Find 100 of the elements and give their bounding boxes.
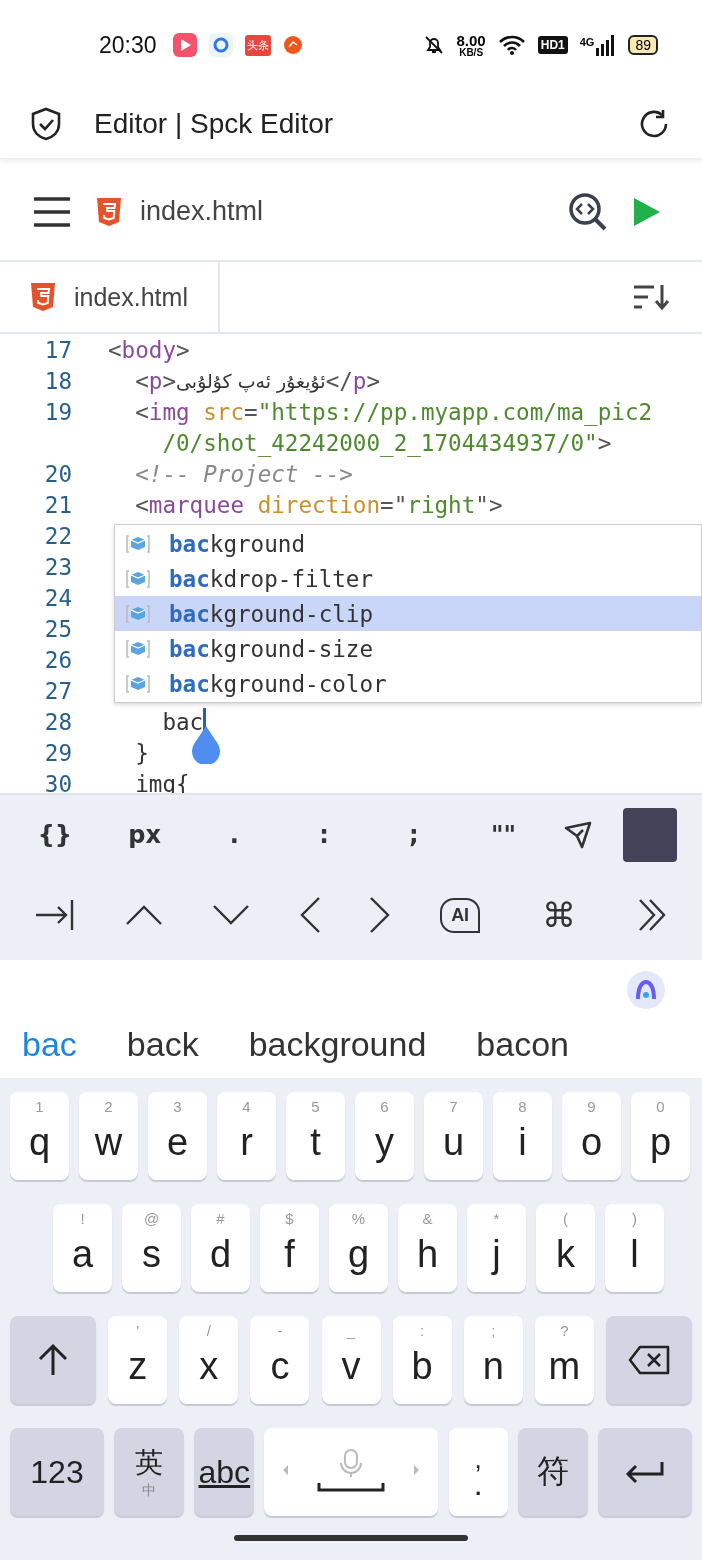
suggestion-label: background-clip xyxy=(169,600,374,627)
punctuation-key[interactable]: , . xyxy=(448,1428,508,1516)
run-icon[interactable] xyxy=(632,195,662,228)
letter-key[interactable]: 3 e xyxy=(148,1092,207,1180)
insert-key[interactable]: {} xyxy=(24,821,85,849)
line-number: 29 xyxy=(43,739,72,766)
html-file-icon xyxy=(30,282,56,312)
letter-key[interactable]: # d xyxy=(191,1204,250,1292)
battery-indicator: 89 xyxy=(628,35,658,55)
line-number: 21 xyxy=(43,491,72,518)
network-type: 4G xyxy=(579,36,595,48)
code-line: } xyxy=(134,739,149,766)
enter-icon xyxy=(624,1460,665,1484)
code-line: <body> xyxy=(108,336,190,363)
file-name: index.html xyxy=(140,196,264,227)
backspace-icon xyxy=(628,1345,670,1375)
speed-unit: KB/S xyxy=(459,47,484,58)
line-number: 23 xyxy=(43,553,72,580)
line-number: 25 xyxy=(43,615,72,642)
letter-key[interactable]: 1 q xyxy=(10,1092,69,1180)
mode-key[interactable]: 符 xyxy=(517,1428,588,1516)
search-code-icon[interactable] xyxy=(568,191,608,232)
abc-key[interactable]: abc xyxy=(194,1428,255,1516)
letter-key[interactable]: 6 y xyxy=(355,1092,414,1180)
line-number: 17 xyxy=(43,336,72,363)
code-line: <marquee direction="right"> xyxy=(134,491,503,518)
code-line: <img src="https://pp.myapp.com/ma_pic2 xyxy=(134,398,653,425)
insert-key[interactable]: . xyxy=(204,821,265,849)
enter-key[interactable] xyxy=(597,1428,692,1516)
suggestion-label: backdrop-filter xyxy=(169,565,374,592)
wifi-icon xyxy=(497,34,526,56)
property-icon xyxy=(125,567,151,590)
command-key[interactable]: ⌘ xyxy=(528,895,589,935)
letter-key[interactable]: @ s xyxy=(122,1204,181,1292)
letter-key[interactable]: ) l xyxy=(605,1204,664,1292)
line-number: 24 xyxy=(43,584,72,611)
letter-key[interactable]: * j xyxy=(467,1204,526,1292)
insert-key[interactable]: : xyxy=(294,821,355,849)
insert-key[interactable]: px xyxy=(114,821,175,849)
double-chevron-icon[interactable] xyxy=(637,898,668,932)
ai-button[interactable]: AI xyxy=(440,897,481,933)
news-app-icon: 头条 xyxy=(244,34,271,56)
autocomplete-item[interactable]: background-clip xyxy=(115,596,701,631)
send-icon[interactable] xyxy=(563,820,594,850)
language-key[interactable]: 英 中 xyxy=(114,1428,185,1516)
letter-key[interactable]: 4 r xyxy=(217,1092,276,1180)
suggestion-label: background-size xyxy=(169,635,374,662)
browser-app-icon xyxy=(208,33,233,57)
letter-key[interactable]: 5 t xyxy=(286,1092,345,1180)
insert-key[interactable]: ; xyxy=(383,821,444,849)
assistant-icon[interactable] xyxy=(626,970,666,1010)
letter-key[interactable]: ; n xyxy=(463,1316,523,1404)
word-suggestion[interactable]: background xyxy=(248,1024,427,1064)
letter-key[interactable]: & h xyxy=(398,1204,457,1292)
network-speed: 8.00 xyxy=(456,32,486,48)
chevron-right-icon[interactable] xyxy=(369,896,392,934)
letter-key[interactable]: $ f xyxy=(260,1204,319,1292)
chevron-up-icon[interactable] xyxy=(125,904,164,926)
word-suggestion[interactable]: back xyxy=(126,1024,199,1064)
hd-badge: HD1 xyxy=(537,36,568,54)
letter-key[interactable]: % g xyxy=(329,1204,388,1292)
backspace-key[interactable] xyxy=(606,1316,692,1404)
letter-key[interactable]: ' z xyxy=(108,1316,168,1404)
chevron-down-icon[interactable] xyxy=(211,904,250,926)
line-number: 22 xyxy=(43,522,72,549)
space-key[interactable] xyxy=(264,1428,439,1516)
letter-key[interactable]: _ v xyxy=(321,1316,381,1404)
chevron-left-icon[interactable] xyxy=(298,896,321,934)
word-suggestion[interactable]: bacon xyxy=(476,1024,569,1064)
letter-key[interactable]: : b xyxy=(392,1316,452,1404)
letter-key[interactable]: - c xyxy=(250,1316,310,1404)
property-icon xyxy=(125,532,151,555)
code-line: <!-- Project --> xyxy=(134,460,353,487)
letter-key[interactable]: 0 p xyxy=(631,1092,690,1180)
line-number: 27 xyxy=(43,677,72,704)
letter-key[interactable]: ! a xyxy=(53,1204,112,1292)
letter-key[interactable]: 9 o xyxy=(562,1092,621,1180)
menu-icon[interactable] xyxy=(32,195,72,228)
video-app-icon xyxy=(172,33,197,57)
color-swatch[interactable] xyxy=(623,808,678,862)
autocomplete-item[interactable]: background-size xyxy=(115,631,701,666)
letter-key[interactable]: 2 w xyxy=(79,1092,138,1180)
sort-icon[interactable] xyxy=(632,283,670,311)
page-title: Editor | Spck Editor xyxy=(94,108,335,140)
letter-key[interactable]: ? m xyxy=(534,1316,594,1404)
line-number: 28 xyxy=(43,708,72,735)
mode-key[interactable]: 123 xyxy=(10,1428,104,1516)
suggestion-label: background-color xyxy=(169,670,387,697)
autocomplete-item[interactable]: background xyxy=(115,526,701,561)
letter-key[interactable]: 7 u xyxy=(424,1092,483,1180)
property-icon xyxy=(125,672,151,695)
word-suggestion[interactable]: bac xyxy=(22,1024,77,1064)
property-icon xyxy=(125,637,151,660)
shift-key[interactable] xyxy=(10,1316,96,1404)
letter-key[interactable]: / x xyxy=(179,1316,239,1404)
insert-key[interactable]: "" xyxy=(473,821,534,849)
letter-key[interactable]: ( k xyxy=(536,1204,595,1292)
autocomplete-item[interactable]: backdrop-filter xyxy=(115,561,701,596)
letter-key[interactable]: 8 i xyxy=(493,1092,552,1180)
autocomplete-item[interactable]: background-color xyxy=(115,666,701,701)
